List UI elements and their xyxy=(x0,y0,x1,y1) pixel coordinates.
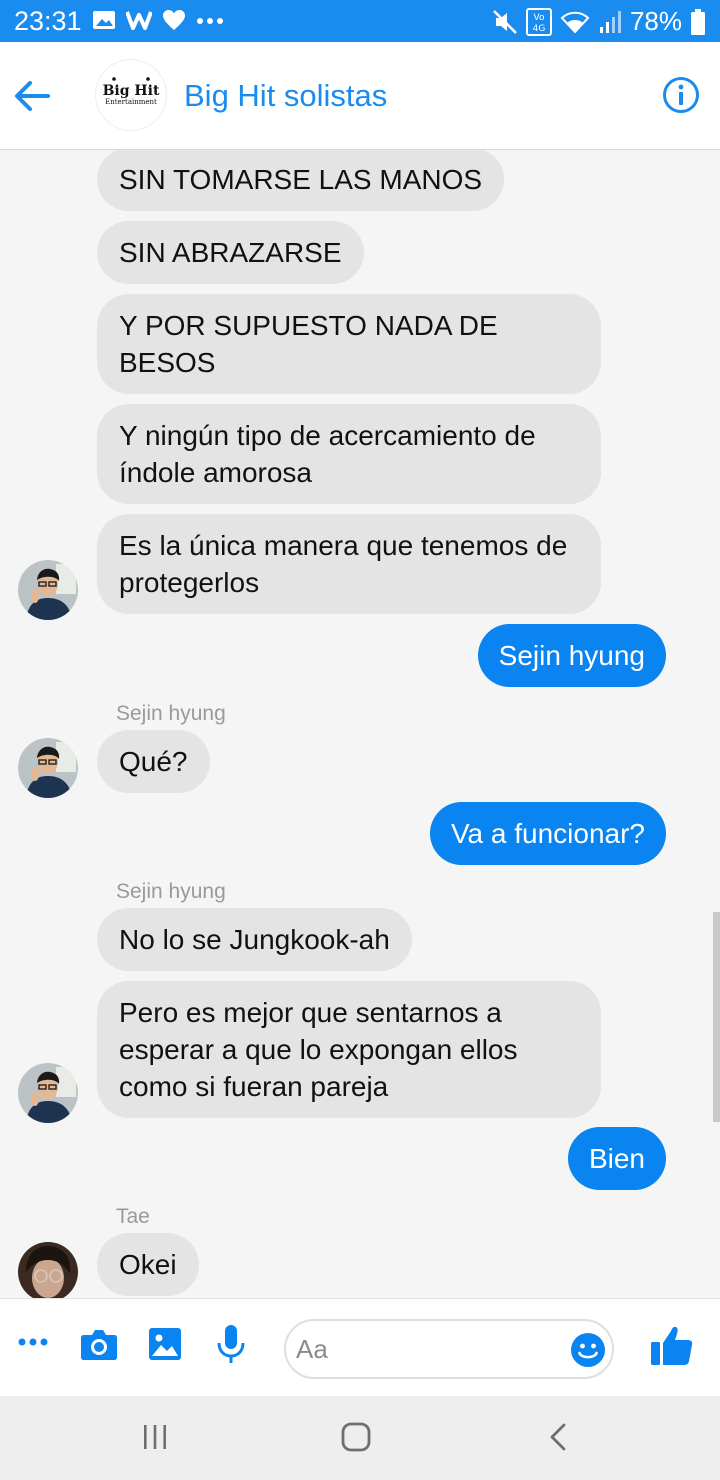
home-icon[interactable] xyxy=(340,1422,372,1452)
more-dots-icon xyxy=(197,18,223,24)
message-bubble-incoming[interactable]: Pero es mejor que sentarnos a esperar a … xyxy=(97,981,601,1118)
mute-icon xyxy=(493,9,517,34)
sender-avatar-sejin[interactable] xyxy=(18,1063,78,1123)
system-navigation-bar xyxy=(0,1396,720,1480)
sender-avatar-tae[interactable] xyxy=(18,1242,78,1298)
message-bubble-outgoing[interactable]: Sejin hyung xyxy=(477,624,666,687)
w-app-icon xyxy=(126,11,152,30)
sender-avatar-sejin[interactable] xyxy=(18,738,78,798)
signal-icon xyxy=(599,10,621,33)
message-composer xyxy=(0,1298,720,1396)
svg-text:Vo: Vo xyxy=(533,13,544,23)
message-bubble-outgoing[interactable]: Bien xyxy=(567,1127,666,1190)
conversation-header: Big Hit Entertainment Big Hit solistas xyxy=(0,42,720,150)
conversation-title[interactable]: Big Hit solistas xyxy=(184,78,387,114)
sender-name: Sejin hyung xyxy=(116,702,226,725)
thread-scrollbar[interactable] xyxy=(713,912,720,1122)
message-input-field[interactable] xyxy=(284,1319,614,1379)
wifi-icon xyxy=(560,11,590,33)
microphone-icon[interactable] xyxy=(216,1323,246,1365)
back-arrow-icon[interactable] xyxy=(12,76,52,116)
back-icon[interactable] xyxy=(546,1422,572,1452)
status-bar: 23:31 Vo 4G 78% xyxy=(0,0,720,42)
message-bubble-outgoing[interactable]: Va a funcionar? xyxy=(429,802,666,865)
message-thread[interactable]: SIN TOMARSE LAS MANOS SIN ABRAZARSE Y PO… xyxy=(0,150,720,1298)
group-avatar[interactable]: Big Hit Entertainment xyxy=(96,60,166,130)
volte-4g-icon: Vo4G xyxy=(525,7,552,36)
svg-text:4G: 4G xyxy=(533,24,546,34)
notification-icons xyxy=(92,9,224,31)
battery-percent: 78% xyxy=(629,6,682,36)
message-bubble-incoming[interactable]: No lo se Jungkook-ah xyxy=(97,908,412,971)
message-bubble-incoming[interactable]: SIN TOMARSE LAS MANOS xyxy=(97,150,505,211)
message-bubble-incoming[interactable]: Qué? xyxy=(97,730,210,793)
camera-icon[interactable] xyxy=(80,1327,118,1361)
status-time: 23:31 xyxy=(14,6,82,36)
message-bubble-incoming[interactable]: Y POR SUPUESTO NADA DE BESOS xyxy=(97,294,601,394)
message-bubble-incoming[interactable]: SIN ABRAZARSE xyxy=(97,221,364,284)
message-input[interactable] xyxy=(296,1331,556,1367)
gallery-icon xyxy=(93,11,115,29)
group-avatar-logo-sub: Entertainment xyxy=(105,97,157,106)
thumbs-up-icon[interactable] xyxy=(650,1325,694,1367)
sender-name: Sejin hyung xyxy=(116,880,226,903)
recent-apps-icon[interactable] xyxy=(140,1422,170,1452)
info-icon[interactable] xyxy=(662,76,700,114)
heart-icon xyxy=(163,10,185,30)
logo-dots-icon xyxy=(112,77,150,81)
group-avatar-logo: Big Hit xyxy=(102,82,160,99)
image-icon[interactable] xyxy=(148,1327,182,1361)
emoji-icon[interactable] xyxy=(570,1332,606,1368)
message-bubble-incoming[interactable]: Es la única manera que tenemos de proteg… xyxy=(97,514,601,614)
more-icon[interactable] xyxy=(18,1337,48,1347)
sender-avatar-sejin[interactable] xyxy=(18,560,78,620)
message-bubble-incoming[interactable]: Y ningún tipo de acercamiento de índole … xyxy=(97,404,601,504)
message-bubble-incoming[interactable]: Okei xyxy=(97,1233,199,1296)
sender-name: Tae xyxy=(116,1205,150,1228)
battery-icon xyxy=(691,8,705,35)
system-status-icons: Vo 4G 78% xyxy=(492,6,706,37)
